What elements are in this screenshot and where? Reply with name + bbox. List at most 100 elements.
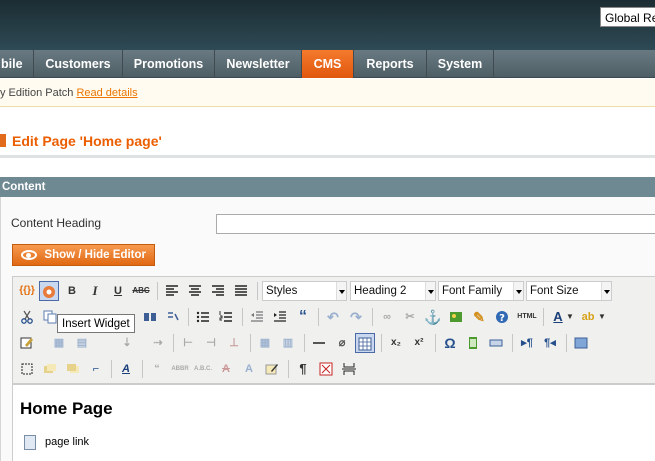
layer-icon[interactable]	[571, 333, 591, 353]
strikethrough-icon[interactable]: ABC	[131, 281, 151, 301]
cleanup-icon[interactable]: ✎	[469, 307, 489, 327]
align-right-icon[interactable]	[208, 281, 228, 301]
anchor-icon[interactable]: ⚓	[423, 307, 443, 327]
underline-icon[interactable]: U	[108, 281, 128, 301]
content-heading-input[interactable]	[216, 214, 655, 234]
highlight-color-icon[interactable]: ab	[578, 307, 598, 327]
toolbar-separator	[435, 334, 436, 352]
italic-icon[interactable]: I	[85, 281, 105, 301]
font-family-select[interactable]: Font Family	[438, 281, 524, 301]
toolbar-separator	[512, 334, 513, 352]
visual-aid-icon[interactable]	[17, 333, 37, 353]
title-divider	[0, 155, 655, 158]
acronym-icon[interactable]: A.B.C.	[193, 359, 213, 379]
font-size-select[interactable]: Font Size	[526, 281, 612, 301]
nav-item-system[interactable]: System	[427, 50, 494, 78]
bullet-list-icon[interactable]	[193, 307, 213, 327]
absolute-position-icon[interactable]: ⌐	[86, 359, 106, 379]
ltr-icon[interactable]: ▸¶	[517, 333, 537, 353]
move-forward-icon[interactable]	[40, 359, 60, 379]
special-char-icon[interactable]: Ω	[440, 333, 460, 353]
toolbar-separator	[318, 308, 319, 326]
col-before-icon[interactable]: ⊢	[178, 333, 198, 353]
image-icon[interactable]	[446, 307, 466, 327]
page-link-text[interactable]: page link	[45, 436, 89, 448]
fullscreen-icon[interactable]	[486, 333, 506, 353]
help-icon[interactable]: ?	[492, 307, 512, 327]
insert-layer-icon[interactable]	[17, 359, 37, 379]
styles-select[interactable]: Styles	[262, 281, 347, 301]
media-icon[interactable]	[463, 333, 483, 353]
toolbar-separator	[288, 360, 289, 378]
nav-item-customers[interactable]: Customers	[34, 50, 123, 78]
subscript-icon[interactable]: x₂	[386, 333, 406, 353]
nav-item-promotions[interactable]: Promotions	[123, 50, 215, 78]
align-justify-icon[interactable]	[231, 281, 251, 301]
row-delete-icon[interactable]: ⇢	[148, 333, 168, 353]
numbered-list-icon[interactable]	[216, 307, 236, 327]
format-select-value: Heading 2	[354, 285, 407, 297]
bold-icon[interactable]: B	[62, 281, 82, 301]
table-props-icon[interactable]: ▦	[49, 333, 69, 353]
format-select[interactable]: Heading 2	[350, 281, 436, 301]
cite-icon[interactable]: “	[147, 359, 167, 379]
page-title: Edit Page 'Home page'	[0, 131, 162, 151]
nav-item-mobile[interactable]: bile	[0, 50, 34, 78]
merge-cells-icon[interactable]: ▥	[278, 333, 298, 353]
superscript-icon[interactable]: x²	[409, 333, 429, 353]
row-props-icon[interactable]: ▤	[72, 333, 92, 353]
col-delete-icon[interactable]: ⊥	[224, 333, 244, 353]
styles-select-value: Styles	[266, 285, 298, 297]
main-nav: bile Customers Promotions Newsletter CMS…	[0, 50, 655, 78]
blockquote-icon[interactable]: “	[293, 307, 313, 327]
show-blocks-icon[interactable]: ¶	[293, 359, 313, 379]
remove-format-icon[interactable]: ⌀	[332, 333, 352, 353]
nonbreaking-icon[interactable]	[316, 359, 336, 379]
store-scope-select[interactable]: Global Re	[600, 7, 655, 27]
cut-icon[interactable]	[17, 307, 37, 327]
chevron-down-icon[interactable]: ▼	[598, 307, 606, 327]
outdent-icon[interactable]	[247, 307, 267, 327]
row-insert-icon[interactable]: ⇣	[117, 333, 137, 353]
html-source-icon[interactable]: HTML	[515, 307, 539, 327]
toolbar-separator	[372, 308, 373, 326]
read-details-link[interactable]: Read details	[76, 87, 137, 99]
redo-icon[interactable]: ↷	[346, 307, 366, 327]
link-icon[interactable]: ∞	[377, 307, 397, 327]
del-icon[interactable]: A	[216, 359, 236, 379]
chevron-down-icon[interactable]: ▼	[566, 307, 574, 327]
style-props-icon[interactable]: A	[116, 359, 136, 379]
col-after-icon[interactable]: ⊣	[201, 333, 221, 353]
page-title-text: Edit Page 'Home page'	[12, 133, 162, 149]
split-cells-icon[interactable]: ▦	[255, 333, 275, 353]
editor-content-area[interactable]	[12, 384, 655, 461]
attributes-icon[interactable]	[262, 359, 282, 379]
unlink-icon[interactable]: ✂	[400, 307, 420, 327]
horizontal-rule-icon[interactable]	[309, 333, 329, 353]
notice-bar: y Edition Patch Read details	[0, 79, 655, 107]
table-icon[interactable]	[355, 333, 375, 353]
insert-variable-icon[interactable]: {{}}	[17, 281, 37, 301]
page-break-icon[interactable]	[339, 359, 359, 379]
show-hide-editor-button[interactable]: Show / Hide Editor	[12, 244, 155, 266]
abbr-icon[interactable]: ABBR	[170, 359, 190, 379]
rtl-icon[interactable]: ¶◂	[540, 333, 560, 353]
move-backward-icon[interactable]	[63, 359, 83, 379]
undo-icon[interactable]: ↶	[323, 307, 343, 327]
nav-item-reports[interactable]: Reports	[354, 50, 427, 78]
ins-icon[interactable]: A	[239, 359, 259, 379]
text-color-icon[interactable]: A	[548, 307, 568, 327]
align-left-icon[interactable]	[162, 281, 182, 301]
toolbar-separator	[173, 334, 174, 352]
editor-heading: Home Page	[20, 399, 113, 418]
indent-icon[interactable]	[270, 307, 290, 327]
insert-widget-icon[interactable]	[39, 281, 59, 301]
nav-item-newsletter[interactable]: Newsletter	[215, 50, 302, 78]
align-center-icon[interactable]	[185, 281, 205, 301]
find-icon[interactable]	[140, 307, 160, 327]
font-size-select-value: Font Size	[530, 285, 579, 297]
nav-item-cms[interactable]: CMS	[302, 50, 354, 78]
replace-icon[interactable]	[163, 307, 183, 327]
toolbar-separator	[566, 334, 567, 352]
toolbar-separator	[543, 308, 544, 326]
